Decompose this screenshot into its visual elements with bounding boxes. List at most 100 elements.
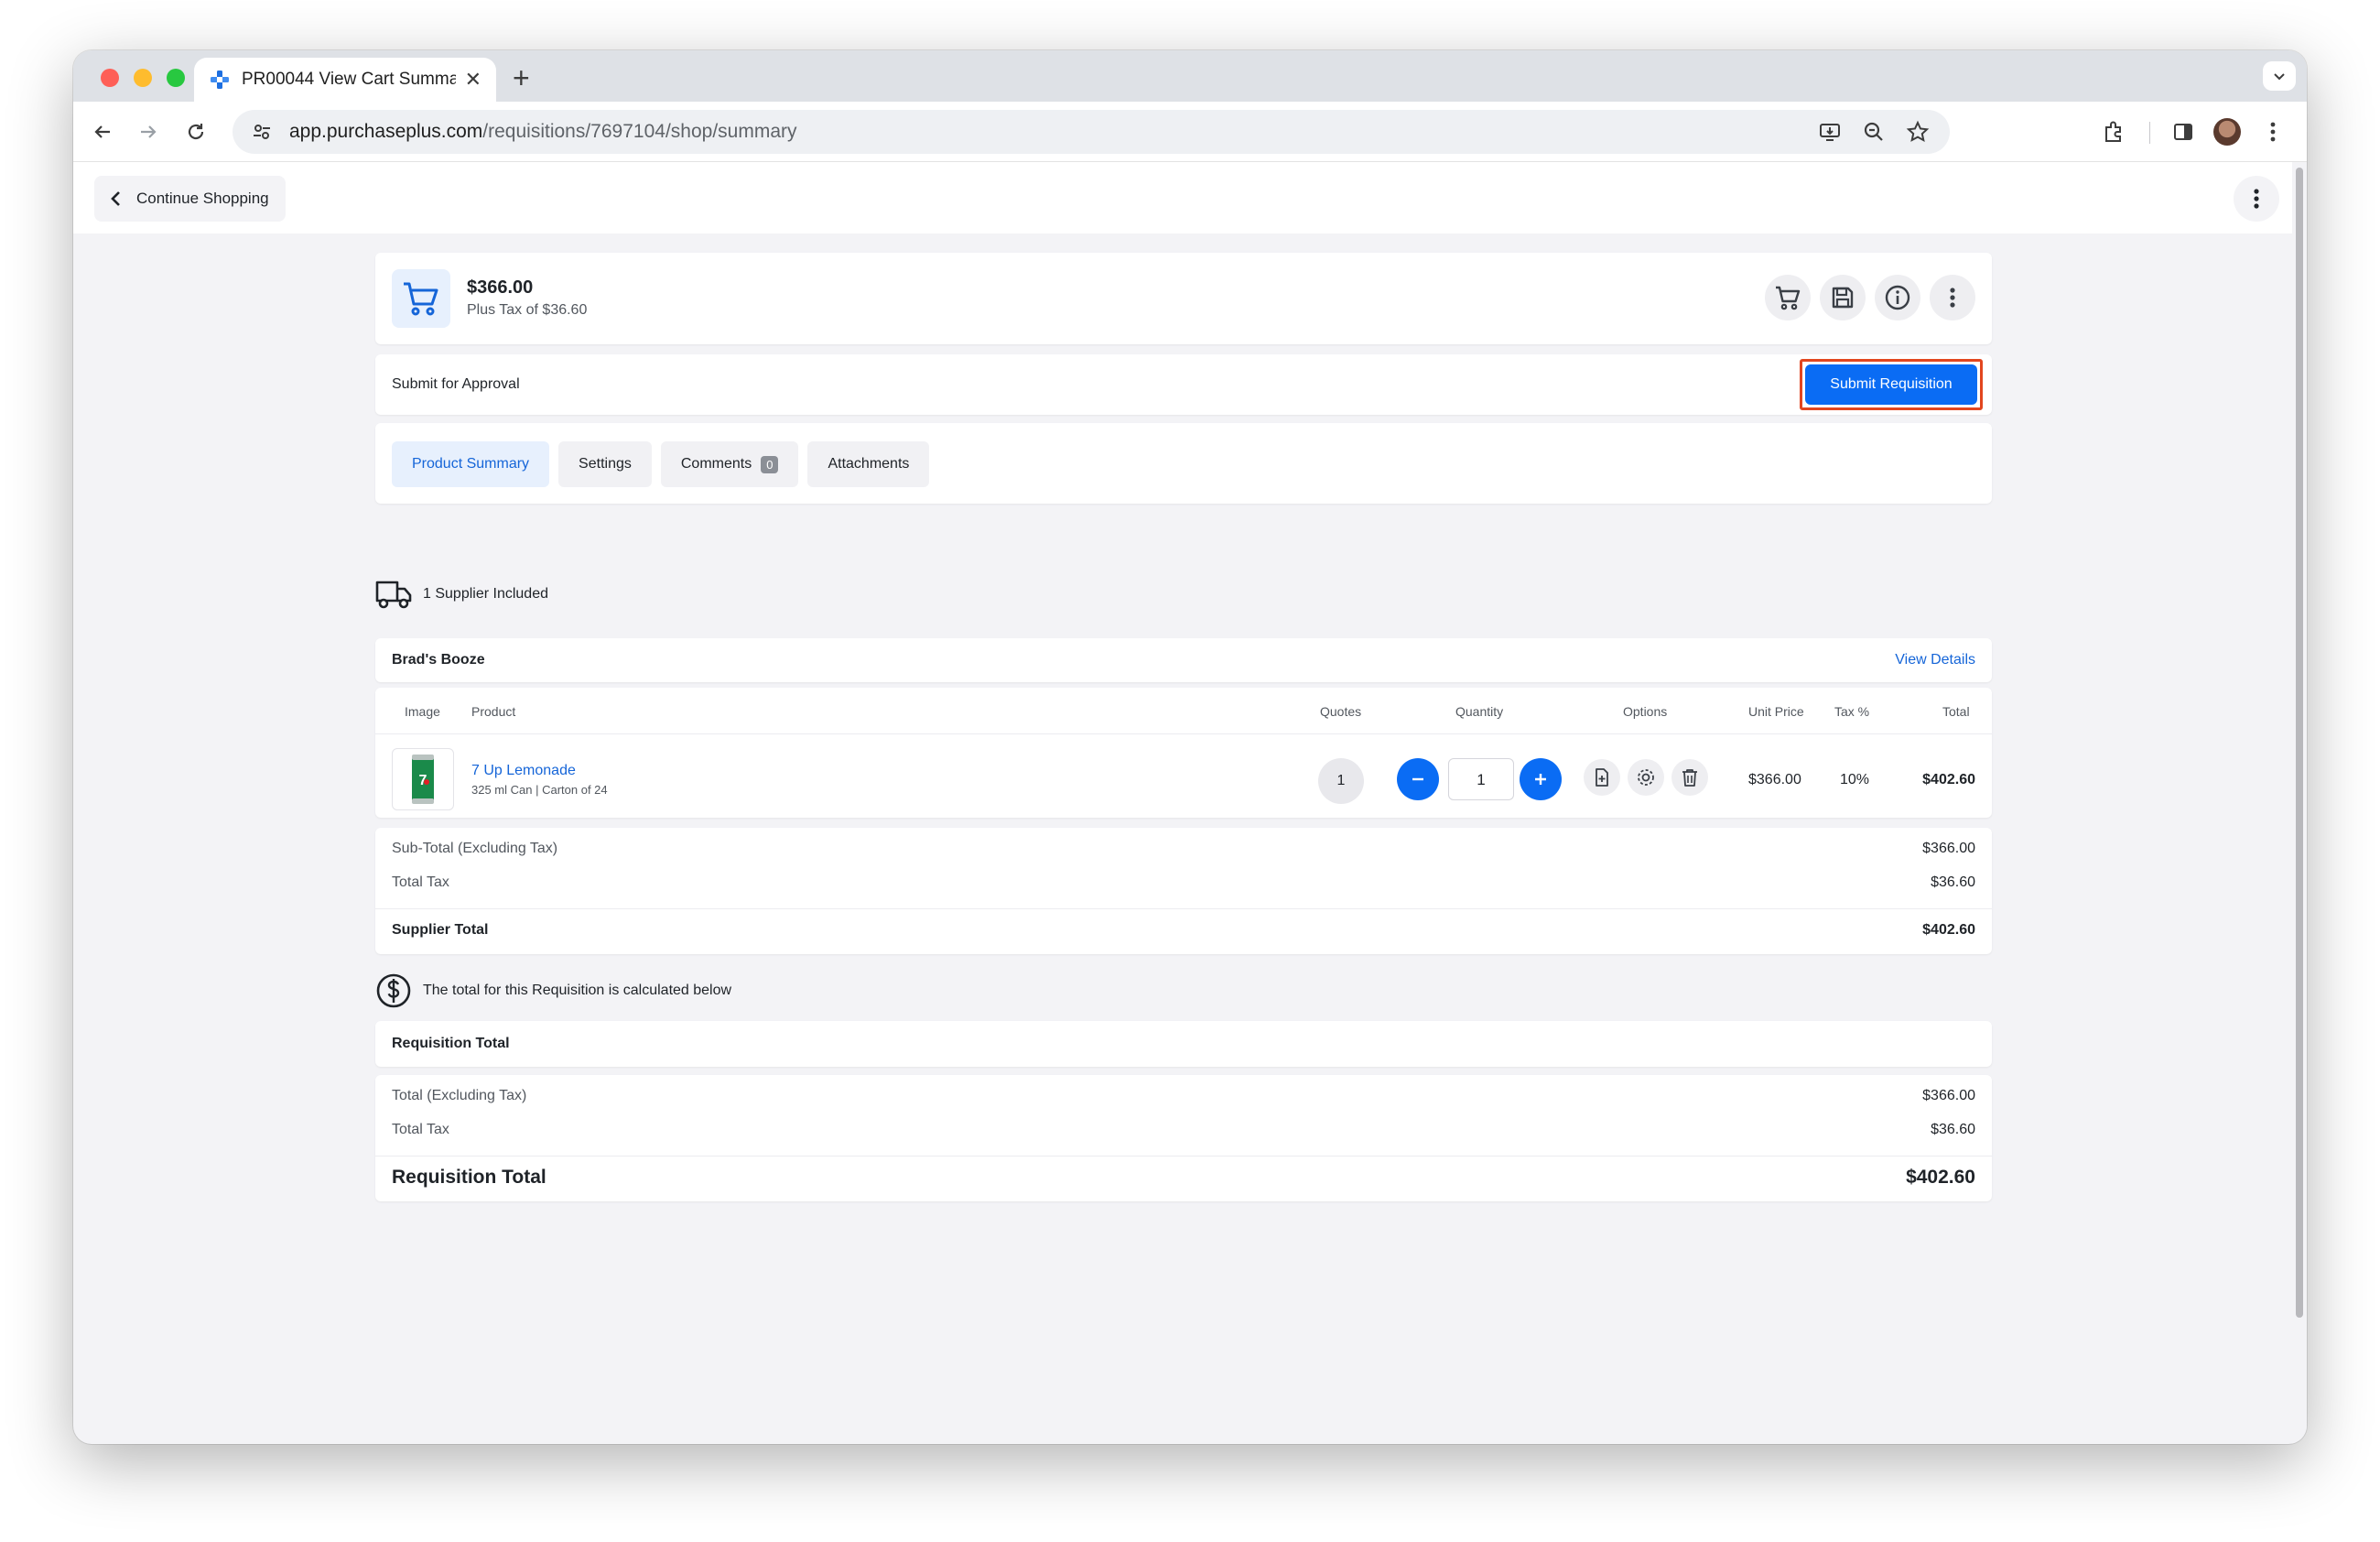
address-bar[interactable]: app.purchaseplus.com/requisitions/769710… <box>233 110 1950 154</box>
delete-item-button[interactable] <box>1671 759 1708 796</box>
tab-label: Attachments <box>828 456 910 472</box>
tax-percent: 10% <box>1840 772 1870 787</box>
column-header-product: Product <box>471 704 516 719</box>
tax-label: Total Tax <box>392 874 449 890</box>
browser-tab[interactable]: PR00044 View Cart Summary ✕ <box>194 58 496 102</box>
supplier-header: Brad's Booze View Details <box>375 638 1992 682</box>
tab-comments[interactable]: Comments 0 <box>660 441 799 487</box>
submit-requisition-button[interactable]: Submit Requisition <box>1805 364 1977 405</box>
supplier-total-label: Supplier Total <box>392 922 489 938</box>
close-window-button[interactable] <box>101 69 119 87</box>
column-header-unit-price: Unit Price <box>1748 704 1804 719</box>
requisition-totals: Total (Excluding Tax) $366.00 Total Tax … <box>375 1075 1992 1201</box>
supplier-total-row: Supplier Total $402.60 <box>392 922 1975 939</box>
info-icon <box>1885 285 1910 310</box>
chevron-down-icon <box>2274 73 2285 81</box>
forward-button[interactable] <box>130 114 167 150</box>
tab-product-summary[interactable]: Product Summary <box>392 441 550 487</box>
decrease-quantity-button[interactable] <box>1397 758 1439 800</box>
url-path: /requisitions/7697104/shop/summary <box>482 121 797 142</box>
page-menu-button[interactable] <box>2234 176 2279 222</box>
chrome-menu-button[interactable] <box>2257 116 2288 147</box>
line-total: $402.60 <box>1922 772 1975 787</box>
star-icon[interactable] <box>1906 120 1930 144</box>
kebab-icon <box>2254 189 2259 209</box>
zoom-icon[interactable] <box>1862 120 1886 144</box>
product-image[interactable]: 7 <box>392 748 454 810</box>
gear-icon <box>1638 769 1654 786</box>
requisition-total-heading: Requisition Total <box>392 1036 510 1051</box>
page-scrollbar[interactable] <box>2292 162 2307 1444</box>
item-settings-button[interactable] <box>1628 759 1664 796</box>
scrollbar-thumb[interactable] <box>2296 168 2303 1318</box>
subtotal-label: Sub-Total (Excluding Tax) <box>392 841 558 856</box>
side-panel-icon <box>2174 124 2192 140</box>
info-button[interactable] <box>1875 275 1920 320</box>
kebab-icon <box>1950 288 1955 308</box>
quantity-input[interactable]: 1 <box>1448 758 1514 800</box>
minus-icon <box>1412 777 1423 781</box>
profile-avatar[interactable] <box>2213 118 2241 146</box>
tabs-card: Product Summary Settings Comments 0 Attac… <box>375 423 1992 504</box>
plus-icon <box>1535 774 1546 785</box>
dollar-circle-icon <box>376 973 411 1008</box>
view-details-link[interactable]: View Details <box>1895 652 1975 668</box>
suppliers-included-line: 1 Supplier Included <box>375 579 548 610</box>
column-header-image: Image <box>405 704 440 719</box>
save-icon <box>1832 287 1854 309</box>
subtotal-row: Sub-Total (Excluding Tax) $366.00 <box>392 841 1975 857</box>
browser-window: PR00044 View Cart Summary ✕ + app.purcha… <box>73 50 2307 1444</box>
tab-title: PR00044 View Cart Summary <box>242 70 456 89</box>
cart-more-button[interactable] <box>1930 275 1975 320</box>
tax-row: Total Tax $36.60 <box>392 874 1975 891</box>
column-header-quotes: Quotes <box>1320 704 1362 719</box>
soda-can-image: 7 <box>412 755 434 804</box>
add-note-button[interactable] <box>1584 759 1620 796</box>
requisition-tax-label: Total Tax <box>392 1122 449 1137</box>
reload-button[interactable] <box>178 114 214 150</box>
supplier-total-value: $402.60 <box>1922 922 1975 938</box>
suppliers-included-text: 1 Supplier Included <box>423 586 548 602</box>
site-settings-icon[interactable] <box>251 121 273 143</box>
continue-shopping-label: Continue Shopping <box>136 190 269 207</box>
approval-label: Submit for Approval <box>392 376 520 392</box>
requisition-total-header: Requisition Total <box>375 1021 1992 1067</box>
product-name-link[interactable]: 7 Up Lemonade <box>471 763 576 779</box>
tab-close-icon[interactable]: ✕ <box>465 68 481 92</box>
new-tab-icon[interactable]: + <box>513 58 530 98</box>
comments-count-badge: 0 <box>761 455 779 473</box>
back-arrow-icon <box>94 125 110 138</box>
extensions-icon <box>2105 121 2121 142</box>
requisition-excl-row: Total (Excluding Tax) $366.00 <box>392 1088 1975 1104</box>
subtotal-value: $366.00 <box>1922 841 1975 856</box>
back-button[interactable] <box>84 114 121 150</box>
increase-quantity-button[interactable] <box>1520 758 1562 800</box>
tab-settings[interactable]: Settings <box>558 441 652 487</box>
cart-button[interactable] <box>1765 275 1811 320</box>
requisition-total-label: Requisition Total <box>392 1167 546 1188</box>
column-header-tax: Tax % <box>1834 704 1870 719</box>
maximize-window-button[interactable] <box>167 69 185 87</box>
cart-tile <box>392 269 450 328</box>
extensions-button[interactable] <box>2098 116 2129 147</box>
side-panel-button[interactable] <box>2168 116 2199 147</box>
tab-search-button[interactable] <box>2263 61 2296 91</box>
continue-shopping-button[interactable]: Continue Shopping <box>94 176 286 222</box>
requisition-note-line: The total for this Requisition is calcul… <box>375 972 731 1009</box>
address-bar-actions <box>1818 110 1950 154</box>
quotes-button[interactable]: 1 <box>1318 758 1364 804</box>
requisition-note-text: The total for this Requisition is calcul… <box>423 983 732 998</box>
page-content: Continue Shopping $366.00 Plus Tax of $3… <box>73 162 2292 1444</box>
column-header-quantity: Quantity <box>1455 704 1504 719</box>
requisition-excl-value: $366.00 <box>1922 1088 1975 1103</box>
supplier-name: Brad's Booze <box>392 652 485 668</box>
requisition-excl-label: Total (Excluding Tax) <box>392 1088 527 1103</box>
save-button[interactable] <box>1820 275 1866 320</box>
add-note-icon <box>1596 768 1608 787</box>
install-icon[interactable] <box>1818 120 1842 144</box>
minimize-window-button[interactable] <box>134 69 152 87</box>
tax-value: $36.60 <box>1931 874 1975 890</box>
browser-toolbar: app.purchaseplus.com/requisitions/769710… <box>73 102 2307 162</box>
forward-arrow-icon <box>141 125 157 138</box>
tab-attachments[interactable]: Attachments <box>807 441 930 487</box>
